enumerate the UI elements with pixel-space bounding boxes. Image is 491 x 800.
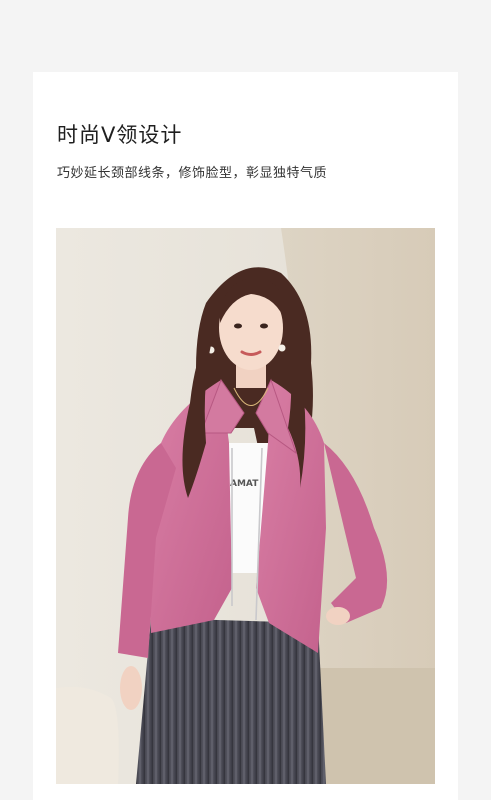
shirt-print-text: AMAT (230, 479, 259, 489)
floor (318, 668, 435, 784)
hand-left (120, 666, 142, 710)
product-photo: AMAT (56, 228, 435, 784)
sofa-arm (56, 686, 119, 784)
section-subtitle: 巧妙延长颈部线条，修饰脸型，彰显独特气质 (57, 166, 328, 181)
product-detail-card: 时尚V领设计 巧妙延长颈部线条，修饰脸型，彰显独特气质 AMAT (33, 72, 458, 800)
hand-right (326, 607, 350, 625)
section-title: 时尚V领设计 (57, 123, 183, 147)
pleated-skirt (136, 618, 326, 784)
